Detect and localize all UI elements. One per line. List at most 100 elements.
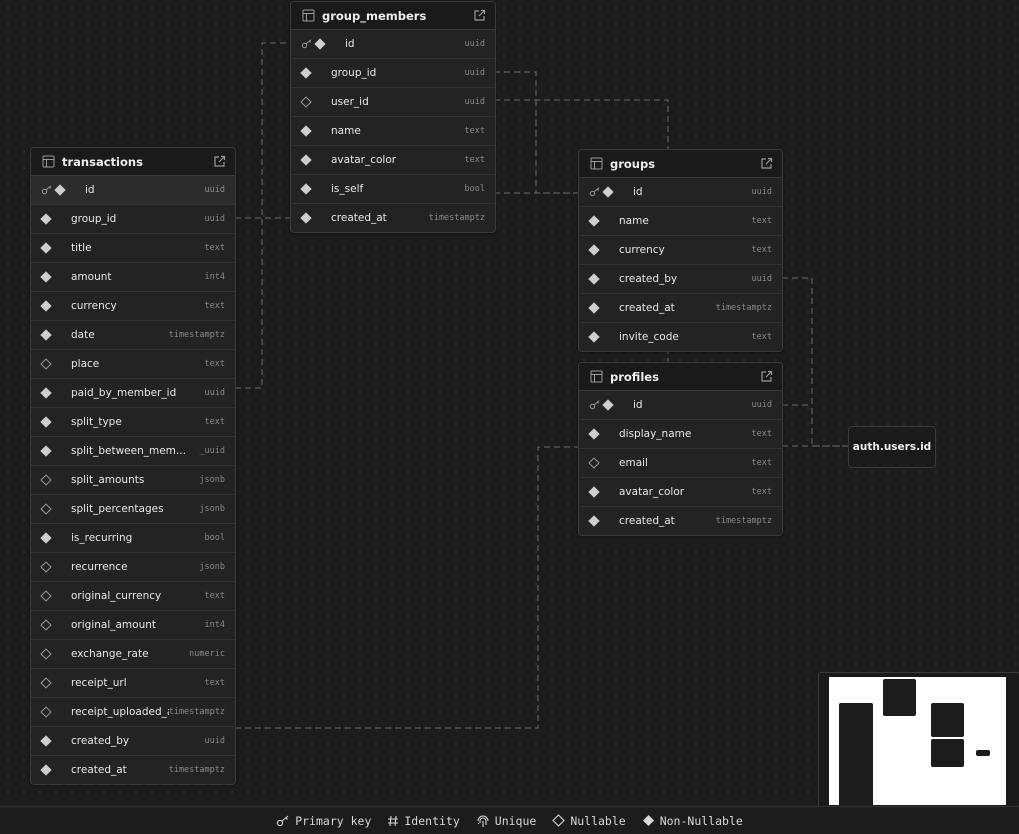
column-row-created-at[interactable]: created_at timestamptz: [579, 507, 782, 535]
external-link-icon[interactable]: [213, 155, 226, 168]
column-type: uuid: [464, 97, 485, 107]
column-row-id[interactable]: id uuid: [579, 178, 782, 207]
column-row-created-at[interactable]: created_at timestamptz: [579, 294, 782, 323]
column-row-created-at[interactable]: created_at timestamptz: [291, 204, 495, 232]
column-row-created-by[interactable]: created_by uuid: [31, 727, 235, 756]
column-row-avatar-color[interactable]: avatar_color text: [291, 146, 495, 175]
legend-label: Unique: [494, 813, 537, 828]
column-icons: [588, 331, 619, 343]
column-name: amount: [71, 271, 112, 283]
column-row-split-amounts[interactable]: split_amounts jsonb: [31, 466, 235, 495]
column-list: id uuid group_id uuid user_id uuid name text ava…: [291, 30, 495, 232]
external-link-icon[interactable]: [760, 370, 773, 383]
column-row-recurrence[interactable]: recurrence jsonb: [31, 553, 235, 582]
column-row-invite-code[interactable]: invite_code text: [579, 323, 782, 351]
table-header[interactable]: groups: [579, 150, 782, 178]
column-row-original-amount[interactable]: original_amount int4: [31, 611, 235, 640]
column-type: numeric: [189, 649, 225, 659]
column-row-split-between-mem[interactable]: split_between_mem... _uuid: [31, 437, 235, 466]
column-row-name[interactable]: name text: [291, 117, 495, 146]
column-icons: [40, 445, 71, 457]
legend-label: Non-Nullable: [659, 813, 743, 828]
column-row-display-name[interactable]: display_name text: [579, 420, 782, 449]
column-row-id[interactable]: id uuid: [291, 30, 495, 59]
auth-users-label: auth.users.id: [852, 441, 932, 453]
filled-diamond-icon: [40, 329, 52, 341]
column-name: name: [619, 215, 649, 227]
table-profiles[interactable]: profiles id uuid display_name text email text…: [578, 362, 783, 536]
column-name: invite_code: [619, 331, 679, 343]
column-row-name[interactable]: name text: [579, 207, 782, 236]
column-icons: [300, 183, 331, 195]
minimap[interactable]: [818, 672, 1019, 808]
column-type: timestamptz: [168, 707, 225, 717]
column-row-place[interactable]: place text: [31, 350, 235, 379]
column-row-created-at[interactable]: created_at timestamptz: [31, 756, 235, 784]
column-row-id[interactable]: id uuid: [579, 391, 782, 420]
column-name: paid_by_member_id: [71, 387, 177, 399]
column-row-currency[interactable]: currency text: [579, 236, 782, 265]
column-icons: [40, 271, 71, 283]
filled-diamond-icon: [300, 183, 312, 195]
column-row-created-by[interactable]: created_by uuid: [579, 265, 782, 294]
table-group-members[interactable]: group_members id uuid group_id uuid user_id u…: [290, 1, 496, 233]
external-link-icon[interactable]: [760, 157, 773, 170]
column-list: id uuid display_name text email text avatar_co…: [579, 391, 782, 535]
table-header[interactable]: transactions: [31, 148, 235, 176]
column-type: text: [751, 216, 772, 226]
column-row-receipt-url[interactable]: receipt_url text: [31, 669, 235, 698]
fingerprint-icon: [476, 814, 490, 828]
column-row-original-currency[interactable]: original_currency text: [31, 582, 235, 611]
column-type: text: [751, 458, 772, 468]
table-transactions[interactable]: transactions id uuid group_id uuid title text…: [30, 147, 236, 785]
auth-users-node[interactable]: auth.users.id: [848, 426, 936, 468]
column-icons: [301, 38, 331, 50]
relation-transactions-group-to-groups: [235, 42, 290, 219]
hollow-diamond-icon: [40, 561, 52, 573]
filled-diamond-icon: [40, 532, 52, 544]
hollow-diamond-icon: [40, 619, 52, 631]
column-icons: [40, 561, 71, 573]
column-name: original_currency: [71, 590, 162, 602]
column-icons: [40, 358, 71, 370]
column-icons: [588, 302, 619, 314]
column-row-id[interactable]: id uuid: [31, 176, 235, 205]
column-type: uuid: [751, 187, 772, 197]
column-type: uuid: [204, 388, 225, 398]
column-row-paid-by-member-id[interactable]: paid_by_member_id uuid: [31, 379, 235, 408]
table-groups[interactable]: groups id uuid name text currency text created…: [578, 149, 783, 352]
column-row-email[interactable]: email text: [579, 449, 782, 478]
column-row-is-recurring[interactable]: is_recurring bool: [31, 524, 235, 553]
column-icons: [40, 764, 71, 776]
column-row-split-percentages[interactable]: split_percentages jsonb: [31, 495, 235, 524]
column-type: text: [751, 487, 772, 497]
table-header[interactable]: profiles: [579, 363, 782, 391]
column-row-group-id[interactable]: group_id uuid: [31, 205, 235, 234]
hollow-diamond-icon: [552, 814, 566, 827]
column-row-date[interactable]: date timestamptz: [31, 321, 235, 350]
column-name: created_at: [331, 212, 387, 224]
column-row-title[interactable]: title text: [31, 234, 235, 263]
table-header[interactable]: group_members: [291, 2, 495, 30]
table-name: profiles: [610, 369, 659, 384]
column-icons: [40, 532, 71, 544]
column-row-user-id[interactable]: user_id uuid: [291, 88, 495, 117]
column-row-currency[interactable]: currency text: [31, 292, 235, 321]
column-type: text: [204, 678, 225, 688]
external-link-icon[interactable]: [473, 9, 486, 22]
column-row-split-type[interactable]: split_type text: [31, 408, 235, 437]
column-name: split_amounts: [71, 474, 145, 486]
column-type: timestamptz: [428, 213, 485, 223]
column-row-receipt-uploaded-at[interactable]: receipt_uploaded_at timestamptz: [31, 698, 235, 727]
filled-diamond-icon: [314, 38, 326, 50]
column-list: id uuid name text currency text created_by uuid…: [579, 178, 782, 351]
column-row-amount[interactable]: amount int4: [31, 263, 235, 292]
column-name: currency: [71, 300, 117, 312]
column-row-is-self[interactable]: is_self bool: [291, 175, 495, 204]
column-icons: [40, 677, 71, 689]
column-name: created_at: [71, 764, 127, 776]
column-row-exchange-rate[interactable]: exchange_rate numeric: [31, 640, 235, 669]
column-row-group-id[interactable]: group_id uuid: [291, 59, 495, 88]
column-row-avatar-color[interactable]: avatar_color text: [579, 478, 782, 507]
column-name: is_self: [331, 183, 364, 195]
